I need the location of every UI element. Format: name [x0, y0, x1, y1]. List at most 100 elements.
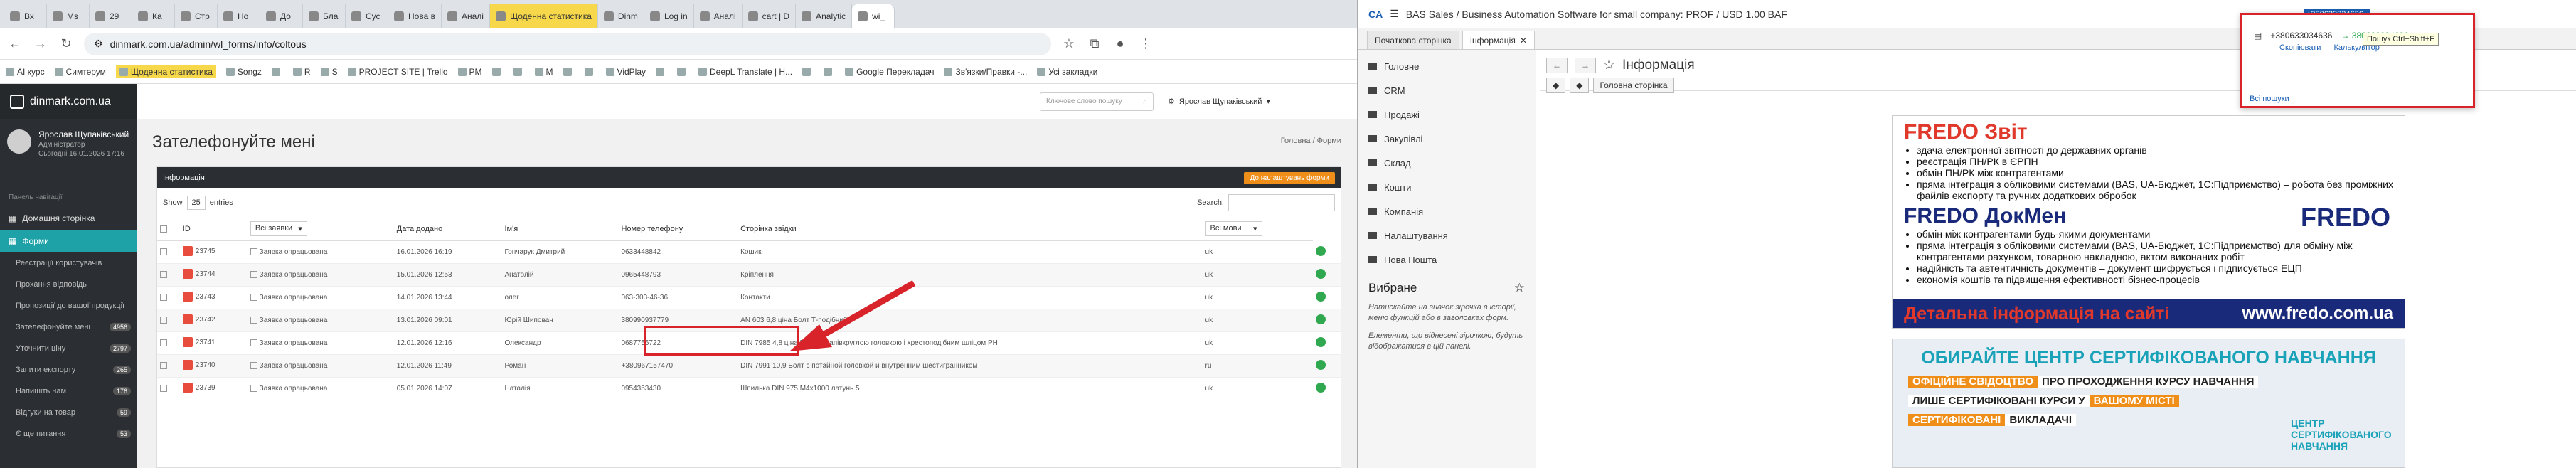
id-badge[interactable]: 23743	[182, 292, 215, 302]
browser-tab[interactable]: До	[260, 4, 303, 28]
id-badge[interactable]: 23742	[182, 314, 215, 324]
browser-tab[interactable]: Щоденна статистика	[489, 4, 598, 28]
browser-tab[interactable]: Аналі	[442, 4, 490, 28]
browser-tab[interactable]: Нова в	[388, 4, 442, 28]
column-header[interactable]: Всі заявки ▾	[247, 217, 394, 241]
bookmark-item[interactable]: PROJECT SITE | Trello	[347, 67, 448, 77]
row-checkbox[interactable]	[157, 331, 180, 355]
row-checkbox[interactable]	[157, 354, 180, 378]
status-checkbox[interactable]	[250, 339, 257, 347]
status-ok-icon[interactable]	[1316, 292, 1326, 302]
table-row[interactable]: 23740 Заявка опрацьована 12.01.2026 11:49…	[157, 354, 1341, 378]
table-row[interactable]: 23739 Заявка опрацьована 05.01.2026 14:07…	[157, 377, 1341, 400]
browser-tab[interactable]: Ка	[132, 4, 175, 28]
browser-tab[interactable]: Но	[218, 4, 260, 28]
id-badge[interactable]: 23744	[182, 269, 215, 279]
bookmark-item[interactable]	[584, 67, 596, 76]
add-icon[interactable]: ◆	[1546, 78, 1566, 93]
row-checkbox[interactable]	[157, 286, 180, 309]
column-filter-select[interactable]: Всі мови ▾	[1205, 221, 1262, 236]
forward-icon[interactable]: →	[33, 36, 48, 51]
select-all-checkbox[interactable]	[157, 217, 180, 241]
sidebar-subitem[interactable]: Зателефонуйте мені 4956	[0, 317, 137, 338]
bookmark-item[interactable]: S	[320, 67, 338, 77]
bookmark-item[interactable]: VidPlay	[605, 67, 646, 77]
sidebar-subitem[interactable]: Реєстрації користувачів	[0, 252, 137, 274]
bookmark-item[interactable]: Songz	[225, 67, 262, 77]
table-search-input[interactable]	[1228, 194, 1335, 211]
app-nav-item[interactable]: Продажі	[1358, 102, 1536, 127]
all-searches-link[interactable]: Всі пошуки	[2250, 95, 2289, 103]
table-row[interactable]: 23743 Заявка опрацьована 14.01.2026 13:44…	[157, 286, 1341, 309]
app-nav-item[interactable]: Налаштування	[1358, 223, 1536, 248]
bookmark-item[interactable]	[656, 67, 667, 76]
bookmark-item[interactable]: PM	[457, 67, 482, 77]
status-ok-icon[interactable]	[1316, 360, 1326, 370]
url-input[interactable]: ⚙ dinmark.com.ua/admin/wl_forms/info/col…	[84, 32, 1051, 55]
status-checkbox[interactable]	[250, 271, 257, 279]
status-ok-icon[interactable]	[1316, 314, 1326, 324]
app-nav-item[interactable]: Закупівлі	[1358, 127, 1536, 151]
browser-tab[interactable]: Бла	[303, 4, 346, 28]
app-nav-item[interactable]: Склад	[1358, 151, 1536, 175]
sidebar-item[interactable]: ▦ Домашня сторінка	[0, 207, 137, 230]
app-nav-item[interactable]: Головне	[1358, 54, 1536, 78]
bookmark-item[interactable]	[802, 67, 814, 76]
browser-tab[interactable]: wi_	[852, 4, 895, 28]
browser-tab[interactable]: cart | D	[743, 4, 797, 28]
back-button[interactable]: ←	[1546, 57, 1568, 73]
table-row[interactable]: 23745 Заявка опрацьована 16.01.2026 16:19…	[157, 240, 1341, 264]
sidebar-subitem[interactable]: Відгуки на товар 59	[0, 402, 137, 423]
browser-tab[interactable]: Log in	[644, 4, 694, 28]
bookmark-item[interactable]	[513, 67, 525, 76]
bookmark-item[interactable]: Google Перекладач	[845, 67, 934, 77]
status-ok-icon[interactable]	[1316, 337, 1326, 347]
app-tab[interactable]: Інформація ✕	[1462, 31, 1535, 49]
browser-tab[interactable]: Сус	[346, 4, 388, 28]
column-filter-select[interactable]: Всі заявки ▾	[250, 221, 307, 236]
star-icon[interactable]: ☆	[1603, 57, 1615, 73]
close-icon[interactable]: ✕	[1520, 36, 1527, 46]
bookmark-item[interactable]	[271, 67, 283, 76]
admin-logo[interactable]: dinmark.com.ua	[0, 84, 137, 119]
row-checkbox[interactable]	[157, 377, 180, 400]
browser-tab[interactable]: Analytic	[796, 4, 853, 28]
status-checkbox[interactable]	[250, 362, 257, 370]
sidebar-subitem[interactable]: Прохання відповідь	[0, 274, 137, 295]
extensions-icon[interactable]: ⧉	[1087, 36, 1102, 51]
bookmark-item[interactable]	[824, 67, 835, 76]
bookmark-item[interactable]: Симтерум	[54, 67, 106, 77]
id-badge[interactable]: 23739	[182, 383, 215, 393]
id-badge[interactable]: 23741	[182, 337, 215, 347]
status-ok-icon[interactable]	[1316, 383, 1326, 393]
row-checkbox[interactable]	[157, 240, 180, 264]
fredo-banner[interactable]: FREDO Звіт здача електронної звітності д…	[1892, 115, 2405, 329]
bookmark-item[interactable]: R	[292, 67, 311, 77]
popup-phone[interactable]: +380633034636	[2270, 31, 2332, 41]
entries-select[interactable]: 25	[186, 196, 206, 210]
sidebar-subitem[interactable]: Уточнити ціну 2797	[0, 338, 137, 359]
bookmark-item[interactable]: Щоденна статистика	[115, 65, 216, 78]
bookmark-item[interactable]	[677, 67, 688, 76]
app-nav-item[interactable]: Нова Пошта	[1358, 248, 1536, 272]
status-checkbox[interactable]	[250, 317, 257, 324]
top-user-menu[interactable]: ⚙ Ярослав Щупаківський ▾	[1168, 97, 1270, 107]
bookmark-item[interactable]	[563, 67, 575, 76]
copy-link[interactable]: Скопіювати	[2279, 43, 2321, 52]
sidebar-subitem[interactable]: Пропозиції до вашої продукції	[0, 295, 137, 317]
form-settings-button[interactable]: До налаштувань форми	[1244, 171, 1335, 184]
app-nav-item[interactable]: CRM	[1358, 78, 1536, 102]
column-header[interactable]: Всі мови ▾	[1202, 217, 1314, 241]
status-checkbox[interactable]	[250, 294, 257, 302]
id-badge[interactable]: 23740	[182, 360, 215, 370]
browser-tab[interactable]: Аналі	[694, 4, 743, 28]
browser-tab[interactable]: Стр	[175, 4, 218, 28]
profile-icon[interactable]: ●	[1112, 36, 1128, 51]
sidebar-item[interactable]: ▦ Форми	[0, 230, 137, 252]
back-icon[interactable]: ←	[7, 36, 23, 51]
bookmark-item[interactable]: M	[534, 67, 553, 77]
bookmark-item[interactable]: DeepL Translate | H...	[698, 67, 792, 77]
bookmark-item[interactable]: Зв'язки/Правки -...	[944, 67, 1027, 77]
site-info-icon[interactable]: ⚙	[94, 38, 103, 50]
sidebar-subitem[interactable]: Є ще питання 53	[0, 423, 137, 445]
